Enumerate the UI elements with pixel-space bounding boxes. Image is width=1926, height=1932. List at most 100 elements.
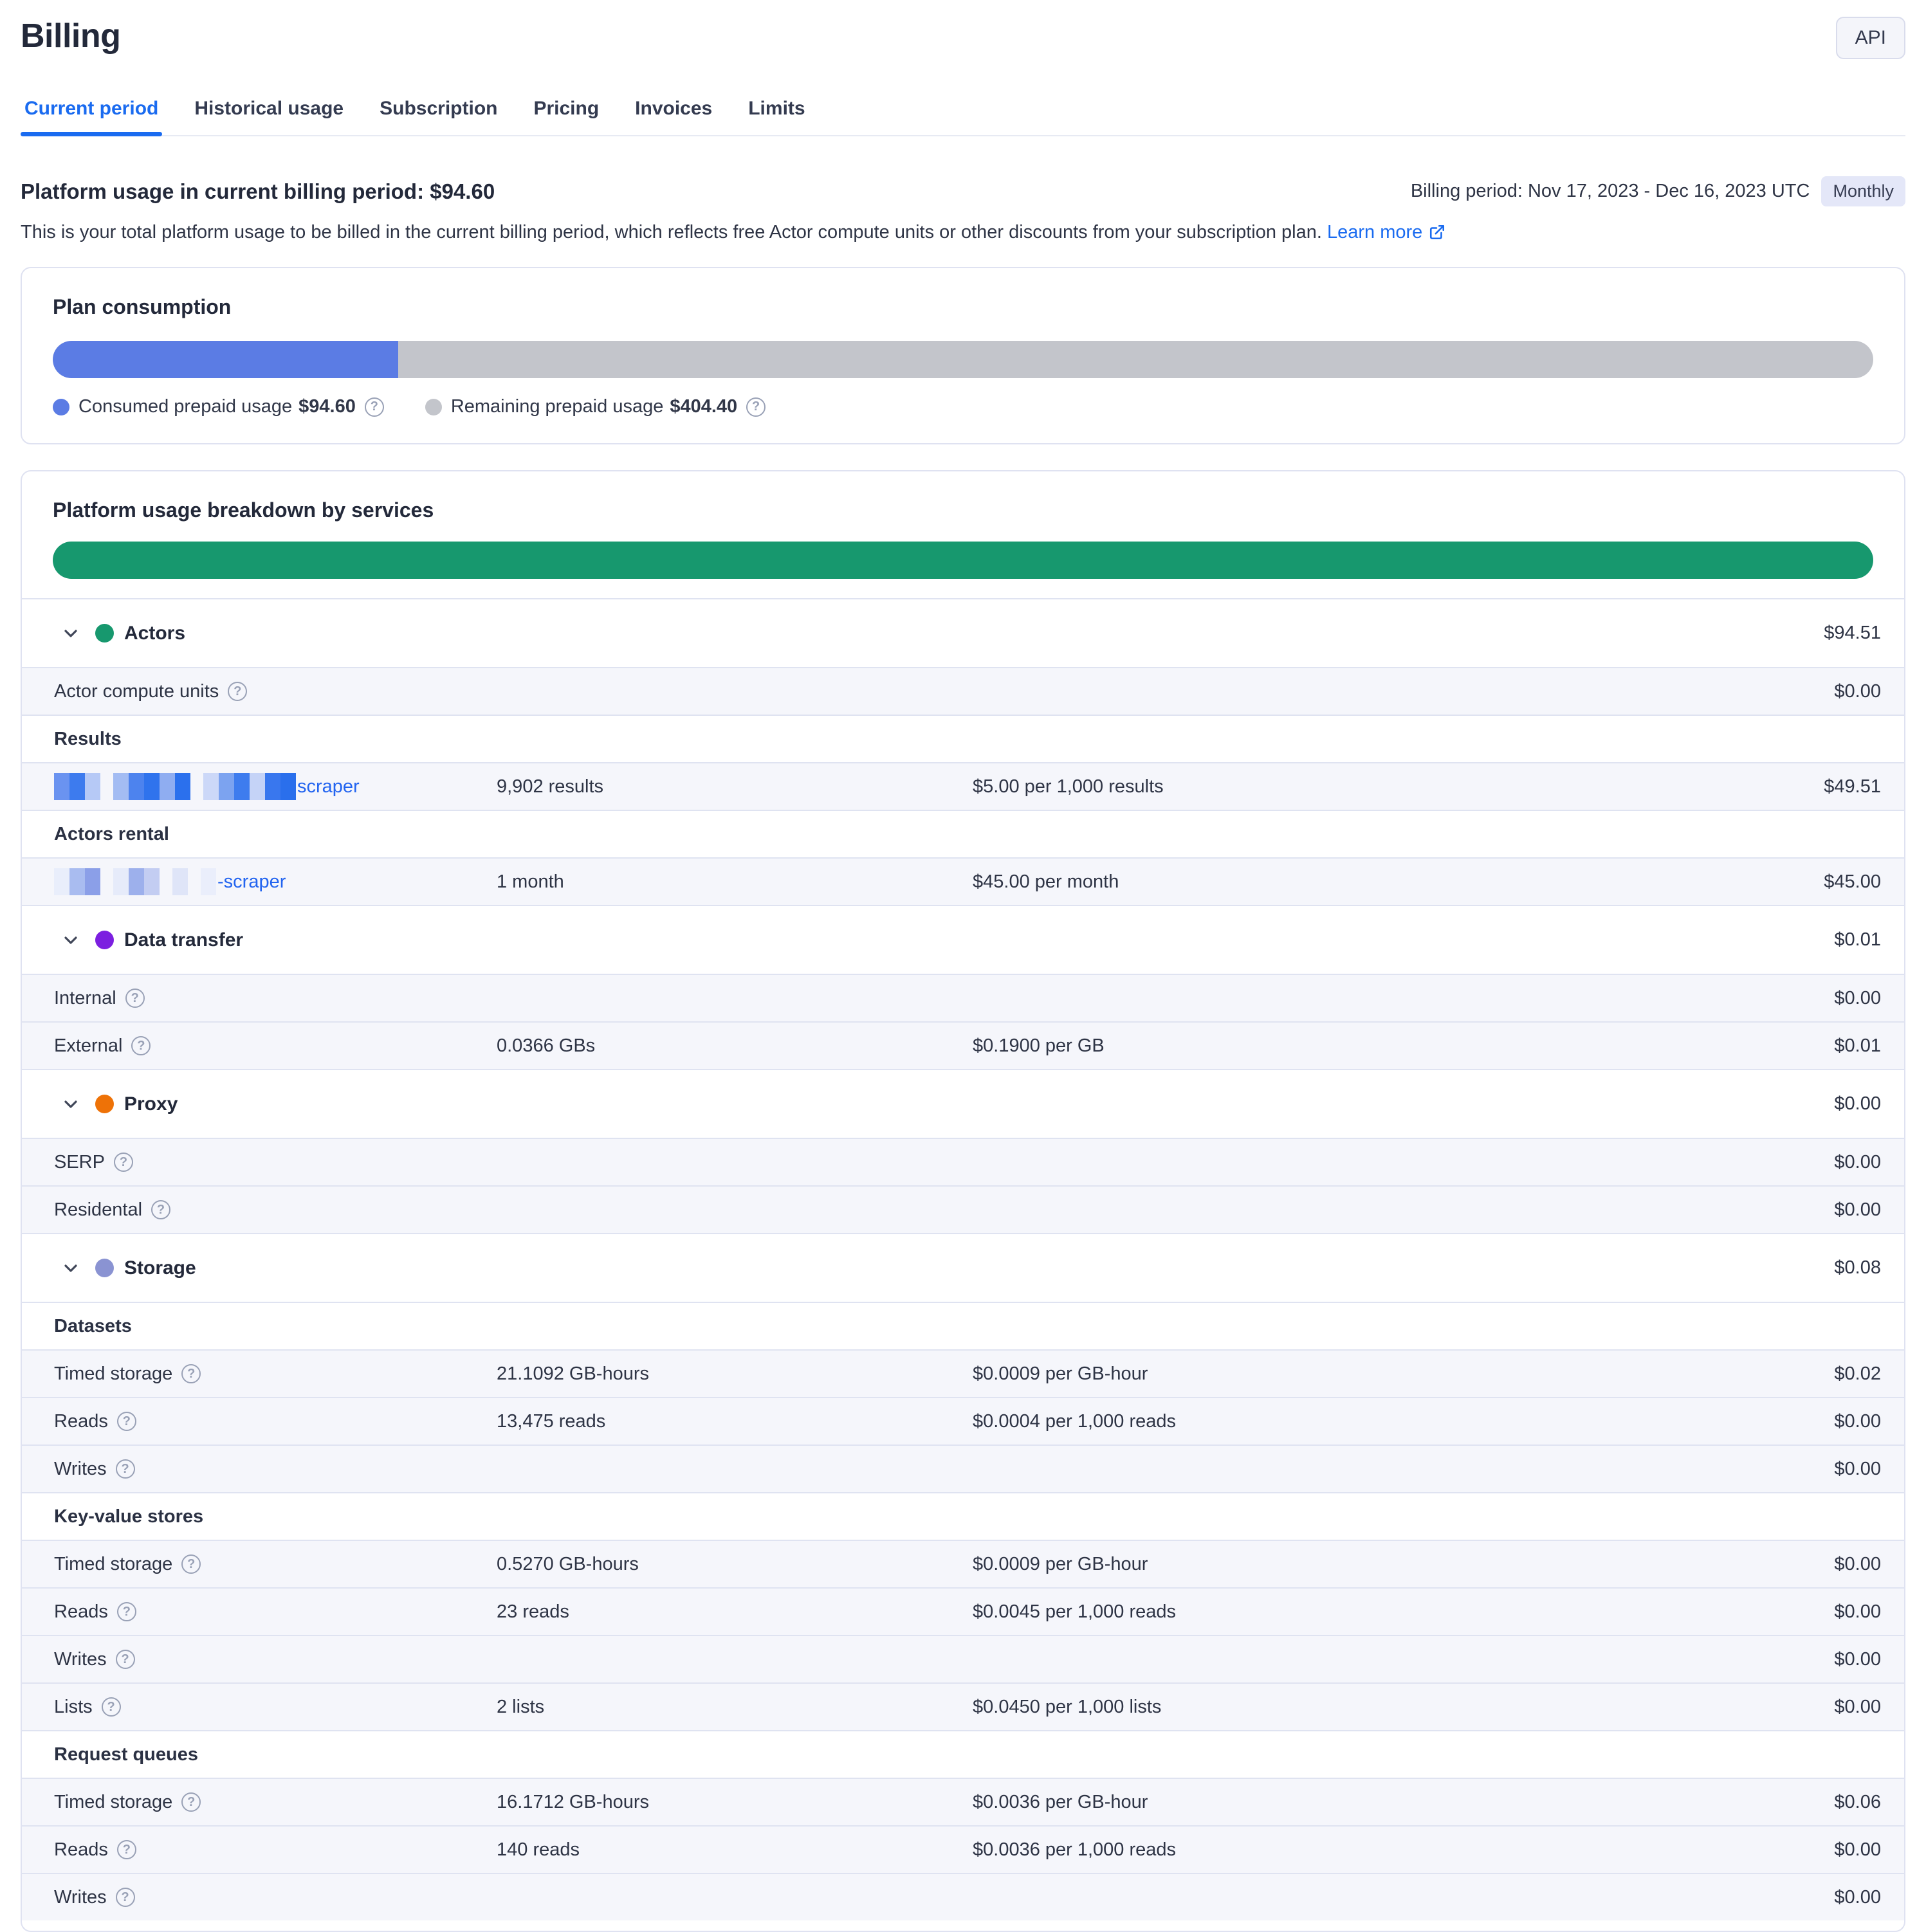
row-label-text: Timed storage <box>54 1554 172 1575</box>
row-label-text: Reads <box>54 1601 108 1623</box>
help-icon[interactable]: ? <box>116 1459 135 1479</box>
row-label: Reads? <box>54 1839 497 1861</box>
row-amount: $49.51 <box>1824 776 1881 797</box>
row-label: Timed storage? <box>54 1792 497 1813</box>
row-label-text: Reads <box>54 1839 108 1861</box>
section-amount: $94.51 <box>1824 623 1881 644</box>
help-icon[interactable]: ? <box>181 1364 201 1383</box>
subsection-row-key-value-stores: Key-value stores <box>22 1492 1904 1540</box>
subsection-label: Key-value stores <box>54 1506 203 1527</box>
row-label-text: Timed storage <box>54 1363 172 1385</box>
help-icon[interactable]: ? <box>116 1650 135 1669</box>
help-icon[interactable]: ? <box>228 682 247 701</box>
data-transfer-dot-icon <box>95 931 114 949</box>
subsection-label: Results <box>54 729 122 750</box>
section-row-proxy[interactable]: Proxy$0.00 <box>22 1069 1904 1138</box>
chevron-down-icon <box>60 1094 81 1115</box>
subsection-row-request-queues: Request queues <box>22 1730 1904 1778</box>
consumed-legend-item: Consumed prepaid usage $94.60 ? <box>53 396 384 417</box>
plan-consumption-title: Plan consumption <box>53 295 1873 319</box>
usage-summary: Platform usage in current billing period… <box>21 176 1905 206</box>
api-button[interactable]: API <box>1836 17 1905 59</box>
row-quantity: 13,475 reads <box>497 1411 973 1432</box>
section-row-data-transfer[interactable]: Data transfer$0.01 <box>22 905 1904 974</box>
plan-consumption-card: Plan consumption Consumed prepaid usage … <box>21 267 1905 444</box>
help-icon[interactable]: ? <box>125 989 145 1008</box>
help-icon[interactable]: ? <box>151 1200 170 1219</box>
tab-subscription[interactable]: Subscription <box>376 98 501 135</box>
section-label: Storage <box>124 1257 196 1279</box>
row-label-text: Reads <box>54 1411 108 1432</box>
row-unit-price: $0.0009 per GB-hour <box>973 1363 1834 1385</box>
learn-more-link[interactable]: Learn more <box>1327 221 1445 244</box>
help-icon[interactable]: ? <box>181 1792 201 1812</box>
usage-table: Actors$94.51Actor compute units?$0.00Res… <box>22 598 1904 1920</box>
usage-breakdown-card: Platform usage breakdown by services Act… <box>21 470 1905 1932</box>
usage-row-actor-compute-units: Actor compute units?$0.00 <box>22 667 1904 715</box>
page-header: Billing API <box>21 17 1905 78</box>
row-quantity: 140 reads <box>497 1839 973 1861</box>
tab-historical-usage[interactable]: Historical usage <box>190 98 347 135</box>
row-label-text: External <box>54 1035 122 1057</box>
subsection-label: Request queues <box>54 1744 198 1765</box>
row-label: Timed storage? <box>54 1363 497 1385</box>
usage-description-text: This is your total platform usage to be … <box>21 222 1322 242</box>
actors-dot-icon <box>95 624 114 642</box>
billing-period-label: Billing period: Nov 17, 2023 - Dec 16, 2… <box>1411 181 1810 202</box>
row-amount: $0.00 <box>1834 988 1881 1009</box>
help-icon[interactable]: ? <box>181 1554 201 1574</box>
chevron-down-icon <box>60 930 81 951</box>
usage-heading: Platform usage in current billing period… <box>21 179 495 204</box>
help-icon[interactable]: ? <box>117 1840 136 1859</box>
external-link-icon <box>1429 224 1445 241</box>
row-label: Internal? <box>54 988 497 1009</box>
tab-current-period[interactable]: Current period <box>21 98 162 135</box>
help-icon[interactable]: ? <box>365 397 384 417</box>
help-icon[interactable]: ? <box>102 1697 121 1717</box>
row-unit-price: $0.1900 per GB <box>973 1035 1834 1057</box>
row-amount: $0.00 <box>1834 1554 1881 1575</box>
row-amount: $0.02 <box>1834 1363 1881 1385</box>
learn-more-label: Learn more <box>1327 221 1422 244</box>
tab-pricing[interactable]: Pricing <box>529 98 603 135</box>
row-amount: $0.00 <box>1834 1152 1881 1173</box>
plan-progress-fill <box>53 341 398 378</box>
help-icon[interactable]: ? <box>114 1153 133 1172</box>
section-amount: $0.08 <box>1834 1257 1881 1279</box>
row-quantity: 16.1712 GB-hours <box>497 1792 973 1813</box>
row-quantity: 1 month <box>497 871 973 893</box>
section-label: Actors <box>124 623 185 644</box>
row-amount: $0.00 <box>1834 1199 1881 1221</box>
help-icon[interactable]: ? <box>746 397 766 417</box>
help-icon[interactable]: ? <box>117 1602 136 1621</box>
row-amount: $0.00 <box>1834 1649 1881 1670</box>
usage-row-timed-storage: Timed storage?16.1712 GB-hours$0.0036 pe… <box>22 1778 1904 1825</box>
remaining-legend-item: Remaining prepaid usage $404.40 ? <box>425 396 766 417</box>
usage-row-scraper: -scraper1 month$45.00 per month$45.00 <box>22 857 1904 905</box>
row-label: Actor compute units? <box>54 681 497 702</box>
row-quantity: 23 reads <box>497 1601 973 1623</box>
consumed-value: $94.60 <box>298 396 356 417</box>
tab-limits[interactable]: Limits <box>744 98 809 135</box>
row-label: External? <box>54 1035 497 1057</box>
billing-period: Billing period: Nov 17, 2023 - Dec 16, 2… <box>1411 176 1905 206</box>
help-icon[interactable]: ? <box>117 1412 136 1431</box>
usage-row-scraper: scraper9,902 results$5.00 per 1,000 resu… <box>22 762 1904 810</box>
help-icon[interactable]: ? <box>131 1036 151 1055</box>
help-icon[interactable]: ? <box>116 1888 135 1907</box>
usage-row-residental: Residental?$0.00 <box>22 1185 1904 1233</box>
actor-link[interactable]: scraper <box>297 776 360 797</box>
row-label-text: Writes <box>54 1649 107 1670</box>
section-amount: $0.01 <box>1834 929 1881 951</box>
breakdown-header: Platform usage breakdown by services <box>22 471 1904 579</box>
tab-invoices[interactable]: Invoices <box>631 98 716 135</box>
redacted-actor-name <box>54 868 216 895</box>
usage-row-writes: Writes? $0.00 <box>22 1635 1904 1682</box>
actor-link[interactable]: -scraper <box>217 871 286 893</box>
section-row-storage[interactable]: Storage $0.08 <box>22 1233 1904 1302</box>
row-label: Writes? <box>54 1887 497 1908</box>
row-label-text: Writes <box>54 1459 107 1480</box>
row-unit-price: $0.0045 per 1,000 reads <box>973 1601 1834 1623</box>
row-amount: $0.00 <box>1834 1459 1881 1480</box>
section-row-actors[interactable]: Actors $94.51 <box>22 598 1904 667</box>
